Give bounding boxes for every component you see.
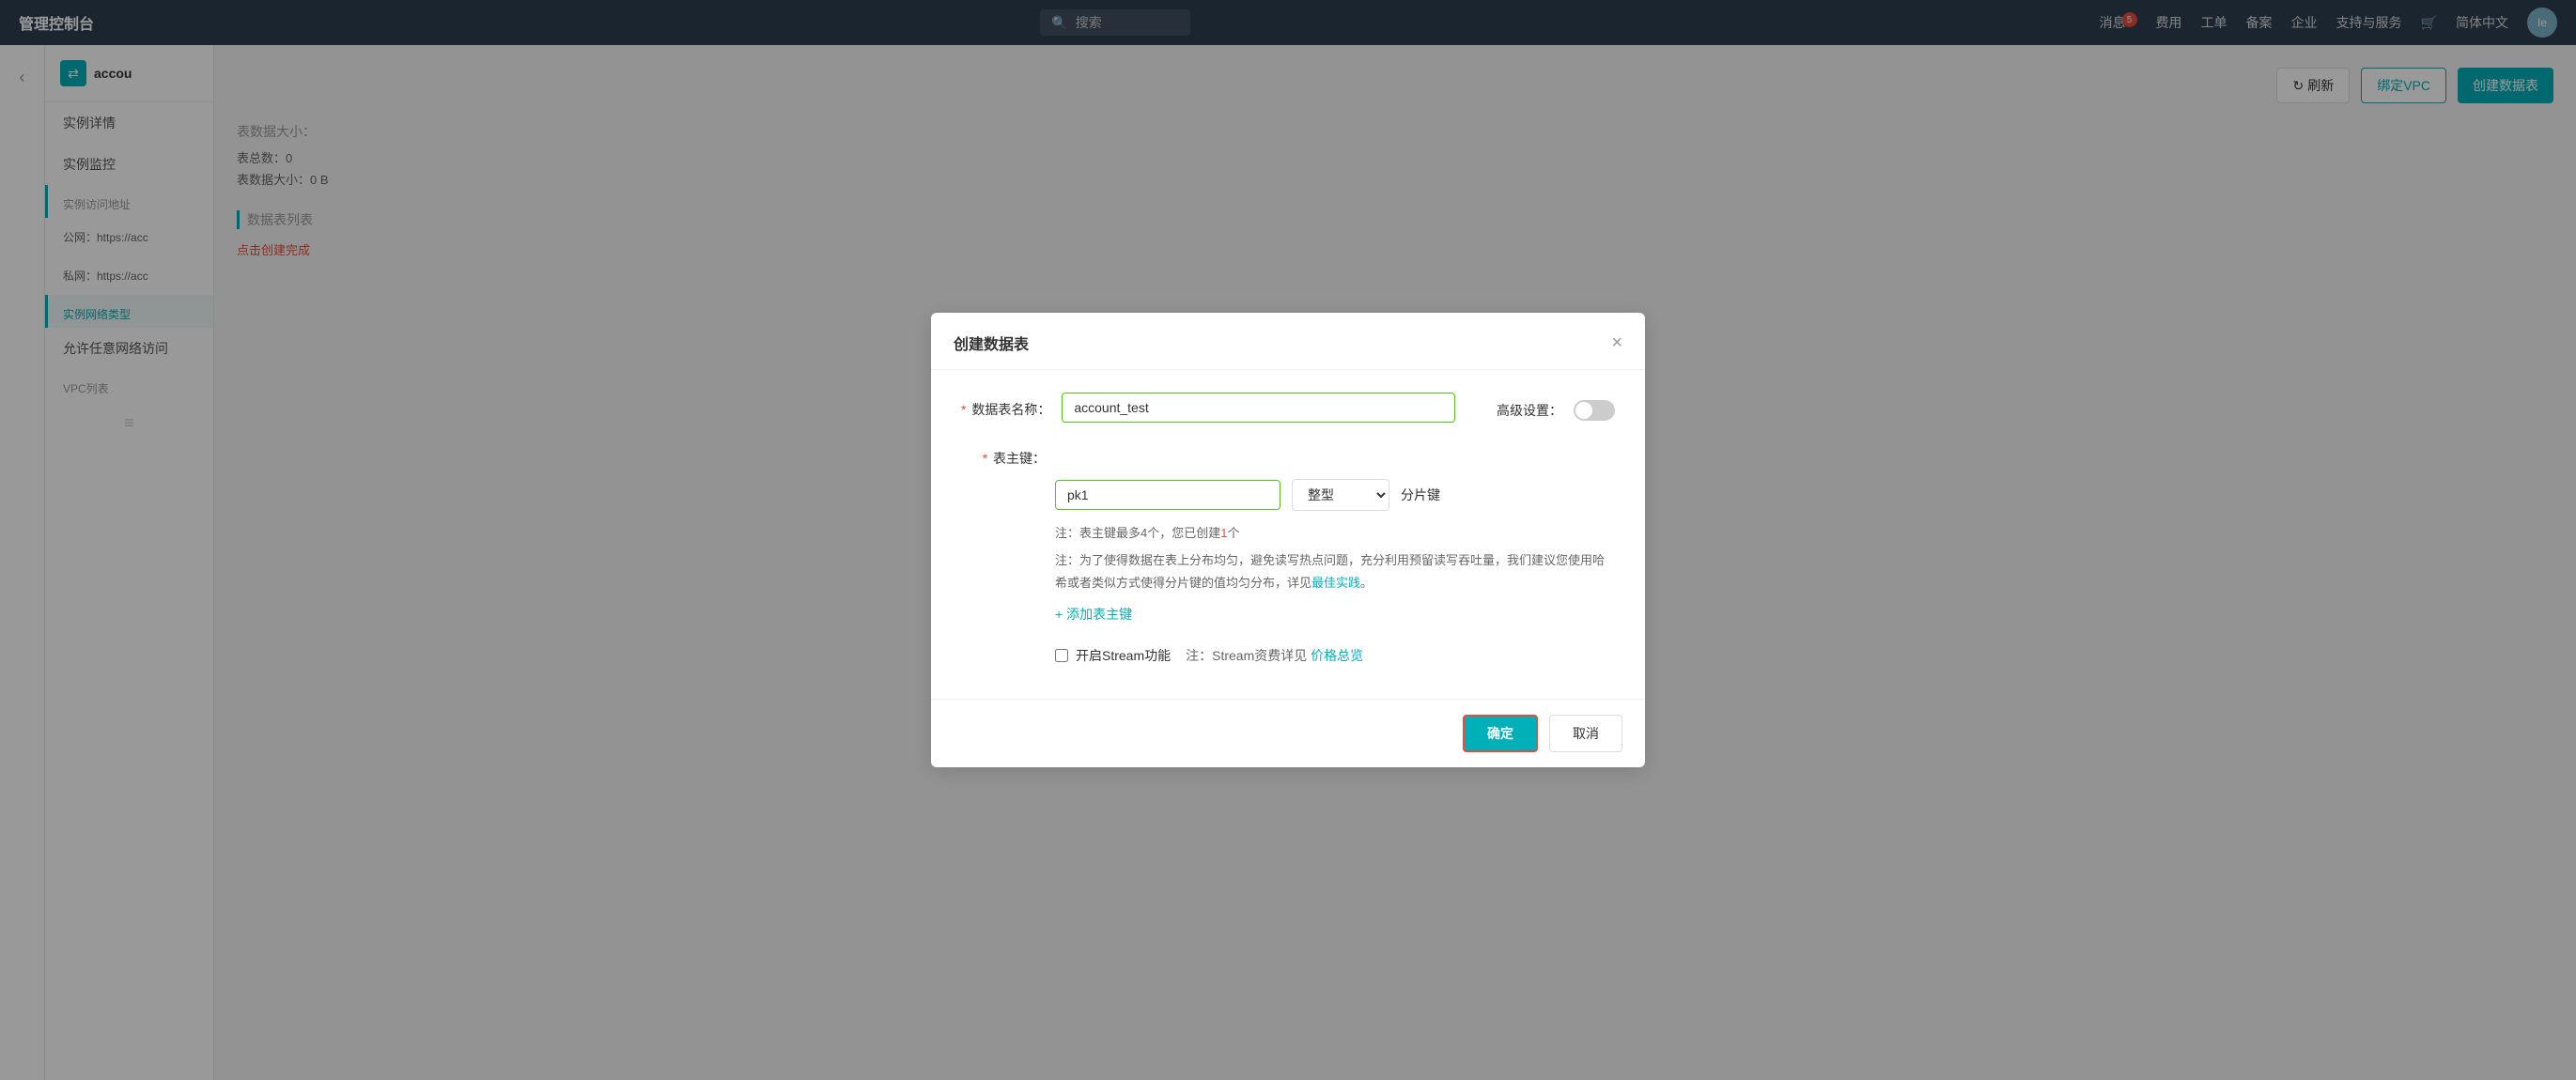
table-name-row: * 数据表名称： 高级设置： — [961, 393, 1615, 423]
pk-label: * 表主键： — [961, 441, 1046, 468]
confirm-button[interactable]: 确定 — [1463, 715, 1538, 752]
price-overview-link[interactable]: 价格总览 — [1311, 648, 1363, 663]
pk-label-row: * 表主键： — [961, 441, 1615, 468]
table-name-label: * 数据表名称： — [961, 393, 1050, 419]
stream-checkbox-input[interactable] — [1055, 649, 1068, 662]
pk-input-row: 整型 字符串 二进制 分片键 — [1055, 479, 1615, 511]
best-practice-link[interactable]: 最佳实践 — [1311, 576, 1360, 590]
table-name-area — [1062, 393, 1455, 423]
modal-header: 创建数据表 × — [931, 313, 1645, 370]
table-name-input[interactable] — [1062, 393, 1455, 423]
pk-type-select[interactable]: 整型 字符串 二进制 — [1292, 479, 1389, 511]
advanced-label: 高级设置： — [1497, 401, 1562, 420]
stream-section: 开启Stream功能 注：Stream资费详见 价格总览 — [961, 646, 1615, 665]
modal-overlay: 创建数据表 × * 数据表名称： 高级设置： — [0, 0, 2576, 1080]
advanced-toggle[interactable] — [1574, 400, 1615, 421]
cancel-button[interactable]: 取消 — [1549, 715, 1622, 752]
stream-note: 注：Stream资费详见 价格总览 — [1186, 646, 1363, 665]
pk-name-input[interactable] — [1055, 480, 1280, 510]
modal-close-button[interactable]: × — [1611, 333, 1622, 352]
modal-footer: 确定 取消 — [931, 699, 1645, 767]
stream-row: 开启Stream功能 注：Stream资费详见 价格总览 — [1055, 646, 1615, 665]
stream-checkbox-label[interactable]: 开启Stream功能 — [1055, 646, 1171, 665]
pk-required-mark: * — [983, 451, 987, 466]
advanced-settings-area: 高级设置： — [1466, 393, 1615, 421]
shard-key-label: 分片键 — [1401, 486, 1440, 504]
pk-note-2: 注：为了使得数据在表上分布均匀，避免读写热点问题，充分利用预留读写吞吐量，我们建… — [1055, 549, 1615, 594]
required-mark: * — [961, 402, 966, 417]
pk-note-1: 注：表主键最多4个，您已创建1个 — [1055, 522, 1615, 544]
modal-body: * 数据表名称： 高级设置： * 表主键： — [931, 370, 1645, 699]
modal-title: 创建数据表 — [954, 332, 1029, 354]
create-table-modal: 创建数据表 × * 数据表名称： 高级设置： — [931, 313, 1645, 767]
pk-input-section: 整型 字符串 二进制 分片键 注：表主键最多4个，您已创建1个 注：为了使得数据… — [961, 479, 1615, 624]
pk-count-highlight: 1 — [1220, 526, 1227, 540]
add-primary-key-button[interactable]: + 添加表主键 — [1055, 605, 1615, 624]
